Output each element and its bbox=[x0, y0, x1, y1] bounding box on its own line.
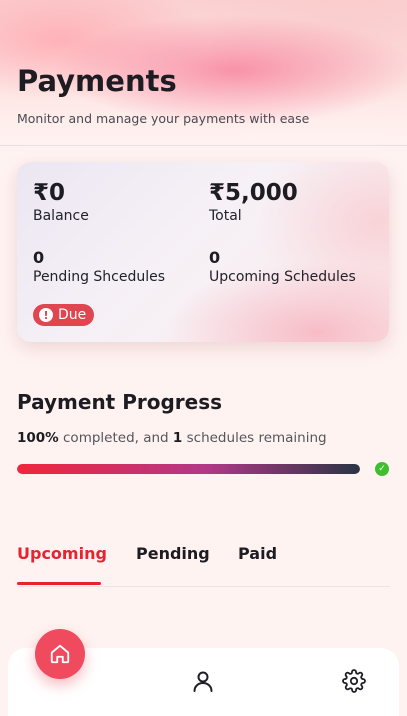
total-label: Total bbox=[209, 208, 242, 224]
tab-paid[interactable]: Paid bbox=[238, 544, 277, 563]
progress-section-title: Payment Progress bbox=[17, 390, 223, 414]
upcoming-label: Upcoming Schedules bbox=[209, 269, 356, 285]
balance-value: ₹0 bbox=[33, 180, 66, 206]
upcoming-count: 0 bbox=[209, 248, 221, 267]
page-subtitle: Monitor and manage your payments with ea… bbox=[17, 111, 310, 126]
tab-pending[interactable]: Pending bbox=[136, 544, 210, 563]
settings-nav-button[interactable] bbox=[339, 666, 369, 696]
payment-summary-card: ₹0 Balance ₹5,000 Total 0 Pending Shcedu… bbox=[17, 162, 389, 342]
pending-schedules-stat: 0 Pending Shcedules bbox=[33, 248, 165, 285]
progress-bar-fill bbox=[17, 464, 360, 474]
due-status-badge: ! Due bbox=[33, 304, 95, 326]
home-nav-button[interactable] bbox=[35, 629, 85, 679]
total-stat: ₹5,000 Total bbox=[209, 180, 298, 224]
progress-percent: 100% bbox=[17, 430, 59, 446]
balance-label: Balance bbox=[33, 208, 89, 224]
schedule-tabs: Upcoming Pending Paid bbox=[0, 540, 407, 588]
progress-bar bbox=[17, 464, 360, 474]
due-badge-label: Due bbox=[58, 307, 87, 323]
check-circle-icon: ✓ bbox=[375, 462, 389, 476]
active-tab-indicator bbox=[17, 582, 101, 585]
page-title: Payments bbox=[17, 64, 177, 98]
pending-count: 0 bbox=[33, 248, 45, 267]
progress-end-text: schedules remaining bbox=[182, 430, 327, 446]
tab-upcoming[interactable]: Upcoming bbox=[17, 544, 107, 563]
tabs-divider bbox=[17, 586, 390, 587]
profile-nav-button[interactable] bbox=[188, 666, 218, 696]
upcoming-schedules-stat: 0 Upcoming Schedules bbox=[209, 248, 356, 285]
total-value: ₹5,000 bbox=[209, 180, 298, 206]
balance-stat: ₹0 Balance bbox=[33, 180, 89, 224]
alert-icon: ! bbox=[39, 308, 53, 322]
progress-mid-text: completed, and bbox=[58, 430, 173, 446]
remaining-count: 1 bbox=[172, 430, 183, 446]
gear-icon bbox=[342, 669, 366, 693]
home-icon bbox=[50, 644, 70, 664]
pending-label: Pending Shcedules bbox=[33, 269, 166, 285]
progress-summary-text: 100% completed, and 1 schedules remainin… bbox=[17, 430, 327, 446]
user-icon bbox=[193, 671, 213, 692]
